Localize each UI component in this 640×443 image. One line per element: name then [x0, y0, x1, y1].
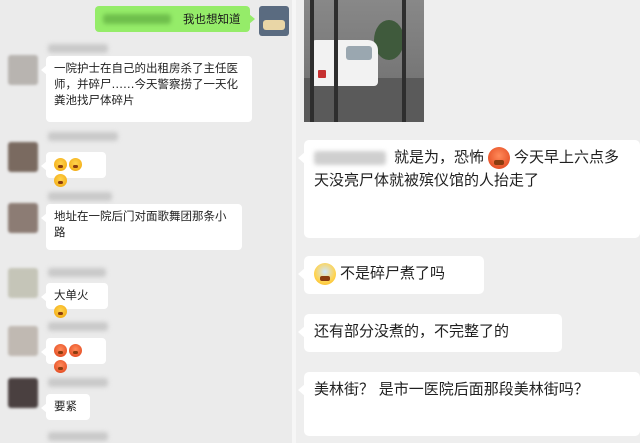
message-text: 就是为，恐怖 [394, 148, 485, 166]
self-avatar[interactable] [259, 6, 289, 36]
sender-name-redacted [48, 432, 108, 441]
message-text: 还有部分没煮的，不完整了的 [314, 322, 510, 340]
sender-name-redacted [48, 44, 108, 53]
message-bubble[interactable]: 不是碎尸煮了吗 [298, 256, 484, 294]
sender-name-redacted [48, 192, 112, 201]
tree [374, 20, 404, 60]
scream-emoji-icon [69, 344, 82, 357]
message-text: 美林街？ 是市一医院后面那段美林街吗？ [314, 380, 589, 398]
sender-name-redacted [48, 322, 108, 331]
message-text: 要紧 [54, 399, 77, 413]
redacted-text [314, 150, 386, 165]
self-message-bubble[interactable]: 我也想知道 [95, 6, 255, 32]
scream-emoji-icon [54, 174, 67, 187]
fear-emoji-icon [488, 146, 511, 169]
message-text: 不是碎尸煮了吗 [340, 264, 446, 282]
grin-emoji-icon [54, 305, 67, 318]
message-text: 大单火 [54, 288, 89, 302]
message-bubble[interactable]: 一院护士在自己的出租房杀了主任医师，并碎尸……今天警察捞了一天化粪池找尸体碎片 [41, 56, 252, 122]
emoji-message-bubble[interactable] [41, 338, 106, 373]
fear-emoji-icon [314, 262, 336, 285]
avatar[interactable] [8, 203, 38, 233]
avatar[interactable] [8, 142, 38, 172]
message-bubble[interactable]: 要紧 [41, 394, 90, 420]
message-bubble[interactable]: 大单火 [41, 283, 108, 318]
message-bubble[interactable]: 还有部分没煮的，不完整了的 [298, 314, 562, 352]
redacted-text [103, 14, 171, 24]
right-chat-panel: 就是为，恐怖 今天早上六点多天没亮尸体就被殡仪馆的人抬走了 不是碎尸煮了吗 还有部… [296, 0, 640, 443]
emoji-message-bubble[interactable] [41, 152, 106, 187]
sender-name-redacted [48, 378, 108, 387]
van [310, 40, 378, 86]
left-chat-panel: 我也想知道 一院护士在自己的出租房杀了主任医师，并碎尸……今天警察捞了一天化粪池… [0, 0, 292, 443]
sender-name-redacted [48, 268, 106, 277]
photo-message[interactable] [304, 0, 424, 122]
message-bubble[interactable]: 就是为，恐怖 今天早上六点多天没亮尸体就被殡仪馆的人抬走了 [298, 140, 640, 238]
scream-emoji-icon [69, 158, 82, 171]
scream-emoji-icon [54, 344, 67, 357]
avatar[interactable] [8, 55, 38, 85]
scream-emoji-icon [54, 158, 67, 171]
avatar[interactable] [8, 268, 38, 298]
message-bubble[interactable]: 地址在一院后门对面歌舞团那条小路 [41, 204, 242, 250]
sender-name-redacted [48, 132, 118, 141]
message-text: 一院护士在自己的出租房杀了主任医师，并碎尸……今天警察捞了一天化粪池找尸体碎片 [54, 61, 238, 107]
scream-emoji-icon [54, 360, 67, 373]
self-message-text: 我也想知道 [183, 12, 241, 26]
message-text: 地址在一院后门对面歌舞团那条小路 [54, 209, 227, 239]
avatar[interactable] [8, 378, 38, 408]
avatar[interactable] [8, 326, 38, 356]
message-bubble[interactable]: 美林街？ 是市一医院后面那段美林街吗？ [298, 372, 640, 436]
